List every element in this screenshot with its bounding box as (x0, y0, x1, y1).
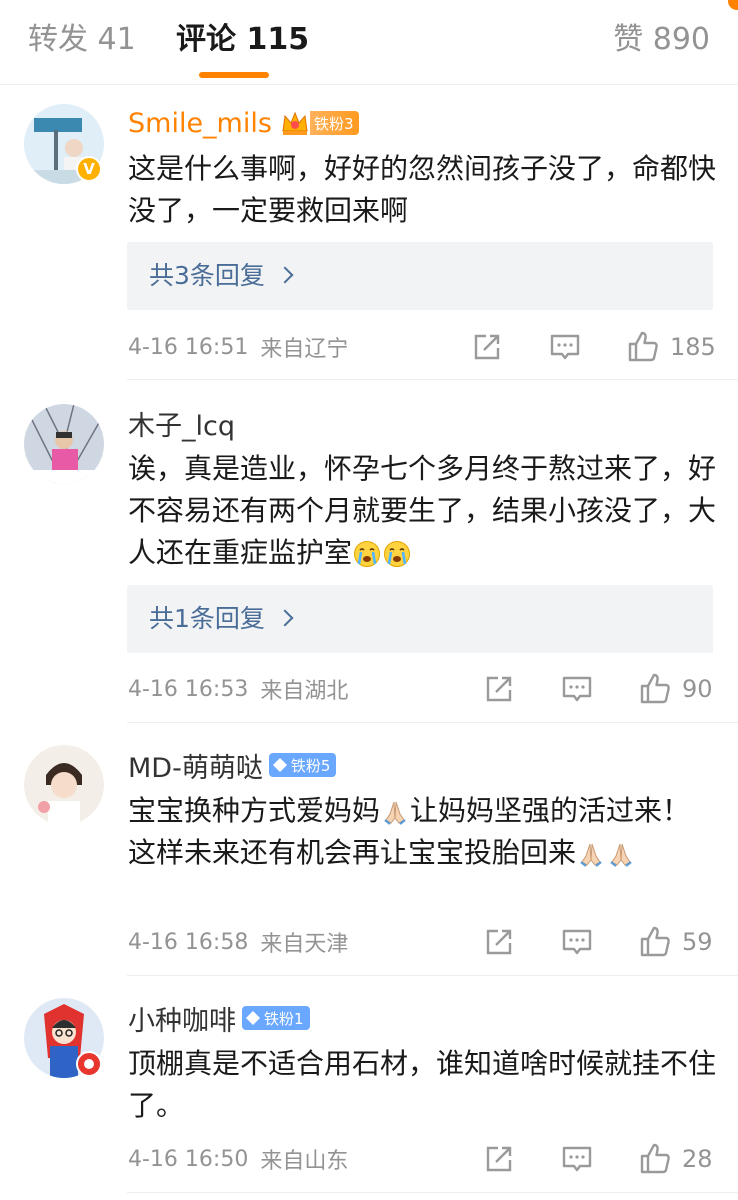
comment-header: Smile_mils 铁粉3 (128, 103, 360, 143)
divider (127, 722, 738, 723)
comment-time: 4-16 16:50 (128, 1146, 249, 1172)
tab-repost[interactable]: 转发 41 (28, 20, 136, 60)
view-replies-link[interactable]: 共3条回复 (149, 256, 294, 296)
thumbs-up-icon[interactable] (638, 672, 672, 706)
reply-box[interactable]: 共3条回复 (127, 242, 713, 310)
comment-icon[interactable] (560, 672, 594, 706)
like-count: 185 (670, 333, 716, 361)
comment-header: MD-萌萌哒 铁粉5 (128, 745, 337, 785)
verified-badge-icon: V (76, 156, 102, 182)
comment-icon[interactable] (548, 330, 582, 364)
comment-time: 4-16 16:51 (128, 334, 249, 360)
comment-actions: 185 (470, 327, 716, 367)
thumbs-up-icon[interactable] (638, 925, 672, 959)
fan-badge-label: 铁粉3 (313, 114, 354, 133)
username[interactable]: 木子_lcq (128, 404, 235, 443)
avatar[interactable] (24, 745, 104, 825)
comment-location: 来自湖北 (260, 679, 349, 704)
crying-face-emoji (353, 540, 381, 568)
praying-hands-emoji (577, 840, 605, 868)
view-replies-label: 共1条回复 (149, 604, 265, 633)
comment-text-part: 宝宝换种方式爱妈妈 (128, 794, 381, 827)
comment-location: 来自辽宁 (260, 337, 349, 362)
share-icon[interactable] (482, 925, 516, 959)
fan-badge-label: 铁粉1 (264, 1009, 304, 1028)
comment-text: 顶棚真是不适合用石材，谁知道啥时候就挂不住了。 (128, 1047, 717, 1122)
comment-meta: 4-16 16:51 来自辽宁 (128, 327, 348, 367)
crying-face-emoji (383, 540, 411, 568)
like-count: 90 (682, 675, 713, 703)
praying-hands-emoji (381, 798, 409, 826)
comment-text: 宝宝换种方式爱妈妈 让妈妈坚强的活过来！这样未来还有机会再让宝宝投胎回来 (128, 790, 718, 874)
thumbs-up-icon[interactable] (626, 330, 660, 364)
divider (127, 379, 738, 380)
username[interactable]: 小种咖啡 (128, 999, 236, 1038)
comment-location: 来自山东 (260, 1149, 349, 1174)
divider (127, 1192, 738, 1193)
comment-meta: 4-16 16:50 来自山东 (128, 1139, 348, 1179)
reply-box[interactable]: 共1条回复 (127, 585, 713, 653)
comment-actions: 59 (470, 922, 714, 962)
thumbs-up-icon[interactable] (638, 1142, 672, 1176)
comment-text: 诶，真是造业，怀孕七个多月终于熬过来了，好不容易还有两个月就要生了，结果小孩没了… (128, 448, 718, 574)
comment-header: 小种咖啡 铁粉1 (128, 998, 310, 1038)
comment-meta: 4-16 16:58 来自天津 (128, 922, 348, 962)
share-icon[interactable] (482, 1142, 516, 1176)
tab-like[interactable]: 赞 890 (613, 20, 710, 60)
praying-hands-emoji (607, 840, 635, 868)
view-replies-label: 共3条回复 (149, 261, 265, 290)
comment-icon[interactable] (560, 925, 594, 959)
comment-location: 来自天津 (260, 932, 349, 957)
chevron-right-icon (276, 266, 294, 284)
tab-comment[interactable]: 评论 115 (176, 20, 309, 60)
comment-actions: 90 (470, 669, 714, 709)
like-count: 59 (682, 928, 713, 956)
avatar[interactable] (24, 404, 104, 484)
diamond-icon (272, 758, 287, 772)
comment-text-body: 诶，真是造业，怀孕七个多月终于熬过来了，好不容易还有两个月就要生了，结果小孩没了… (128, 452, 717, 569)
fan-badge-label: 铁粉5 (290, 756, 331, 775)
username[interactable]: MD-萌萌哒 (128, 746, 263, 785)
view-replies-link[interactable]: 共1条回复 (149, 599, 294, 639)
fan-badge: 铁粉5 (268, 753, 337, 777)
comment-time: 4-16 16:53 (128, 676, 249, 702)
member-badge-icon (76, 1051, 102, 1077)
fan-badge: 铁粉1 (242, 1006, 310, 1030)
active-tab-indicator (199, 72, 269, 78)
tab-bar: 转发 41 评论 115 赞 890 (0, 0, 738, 85)
comment-meta: 4-16 16:53 来自湖北 (128, 669, 348, 709)
username[interactable]: Smile_mils (128, 108, 272, 139)
crown-icon (282, 111, 308, 135)
chevron-right-icon (276, 609, 294, 627)
comment-text: 这是什么事啊，好好的忽然间孩子没了，命都快没了，一定要救回来啊 (128, 152, 717, 227)
like-count: 28 (682, 1145, 713, 1173)
comment-time: 4-16 16:58 (128, 929, 249, 955)
divider (127, 975, 738, 976)
comment-icon[interactable] (560, 1142, 594, 1176)
comment-header: 木子_lcq (128, 403, 235, 443)
comment-actions: 28 (470, 1139, 714, 1179)
share-icon[interactable] (482, 672, 516, 706)
share-icon[interactable] (470, 330, 504, 364)
fan-badge: 铁粉3 (309, 111, 360, 135)
diamond-icon (246, 1011, 260, 1025)
